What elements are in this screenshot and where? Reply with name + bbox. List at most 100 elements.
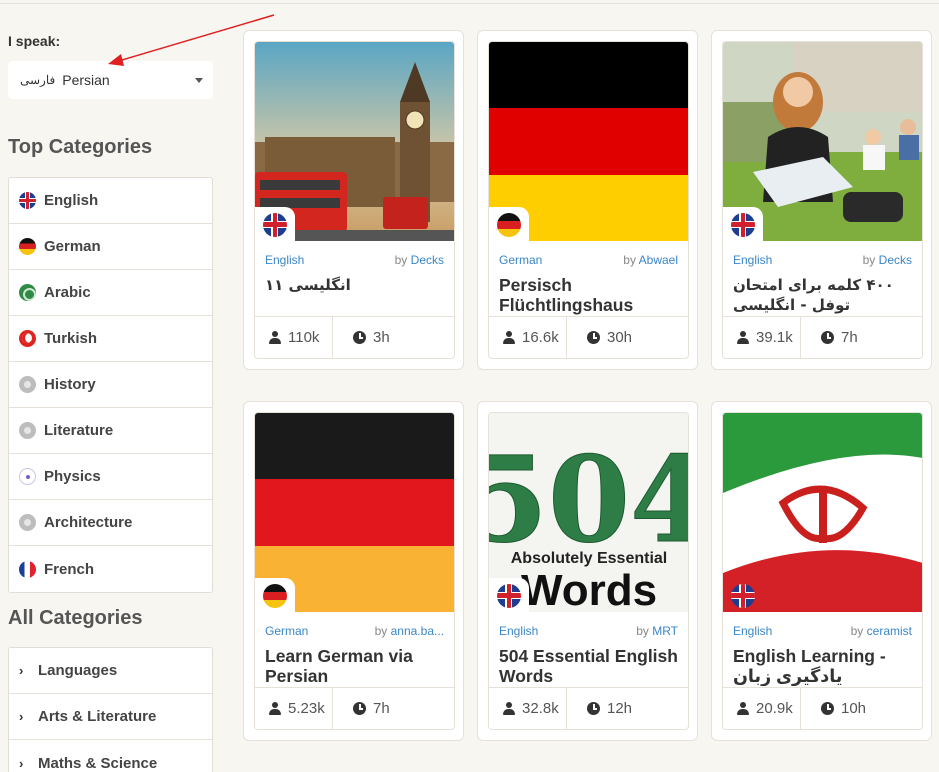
germany-flag-icon [19,238,36,255]
architecture-icon [19,514,36,531]
users-stat: 32.8k [489,688,567,729]
by-label: by [850,624,864,638]
users-stat: 16.6k [489,317,567,358]
category-label: Languages [38,662,118,679]
category-english[interactable]: English [9,178,212,224]
category-label: Physics [44,468,101,485]
flag-badge [723,578,763,613]
atom-icon [19,468,36,485]
chevron-right-icon: › [19,709,24,724]
time-stat: 30h [567,317,632,358]
language-script-label: فارسی [20,73,56,87]
by-label: by [623,253,636,267]
author-link[interactable]: ceramist [867,624,912,638]
author-link[interactable]: anna.ba... [391,624,444,638]
deck-author: by Decks [863,253,912,267]
category-maths-science[interactable]: › Maths & Science [9,740,212,772]
language-select[interactable]: فارسی Persian [8,61,213,99]
deck-author: by MRT [636,624,678,638]
deck-language-link[interactable]: English [733,253,772,267]
category-history[interactable]: History [9,362,212,408]
deck-card[interactable]: English by ceramist English Learning - ی… [711,401,932,741]
category-architecture[interactable]: Architecture [9,500,212,546]
users-count: 16.6k [522,329,559,346]
category-physics[interactable]: Physics [9,454,212,500]
france-flag-icon [19,560,36,578]
deck-card[interactable]: 504 Absolutely Essential Words English b… [477,401,698,741]
deck-card[interactable]: English by Decks ۴۰۰ کلمه برای امتحان تو… [711,30,932,370]
author-link[interactable]: MRT [652,624,678,638]
author-link[interactable]: Abwael [639,253,678,267]
deck-title[interactable]: English Learning - یادگیری زبان انگلیسی [733,646,914,686]
user-icon [737,702,749,715]
deck-language-link[interactable]: English [499,624,538,638]
users-stat: 110k [255,317,333,358]
users-count: 39.1k [756,329,793,346]
deck-title[interactable]: انگلیسی ۱۱ [265,275,446,315]
deck-language-link[interactable]: German [499,253,542,267]
category-label: English [44,192,99,209]
deck-author: by Decks [395,253,444,267]
category-label: History [44,376,96,393]
flag-badge [255,578,295,613]
deck-card-inner: English by Decks انگلیسی ۱۱ 110k 3h [254,41,455,359]
by-label: by [636,624,649,638]
category-german[interactable]: German [9,224,212,270]
deck-card-inner: German by anna.ba... Learn German via Pe… [254,412,455,730]
user-icon [269,702,281,715]
deck-title[interactable]: ۴۰۰ کلمه برای امتحان توفل - انگلیسی [733,275,914,315]
deck-author: by Abwael [623,253,678,267]
deck-meta: German by anna.ba... [265,624,444,638]
category-arts-literature[interactable]: › Arts & Literature [9,694,212,740]
time-value: 30h [607,329,633,346]
clock-icon [821,702,834,715]
category-turkish[interactable]: Turkish [9,316,212,362]
deck-stats: 110k 3h [255,316,454,358]
author-link[interactable]: Decks [411,253,444,267]
flag-badge [255,207,295,242]
deck-author: by ceramist [851,624,912,638]
deck-language-link[interactable]: German [265,624,308,638]
category-literature[interactable]: Literature [9,408,212,454]
time-stat: 3h [333,317,390,358]
deck-card[interactable]: English by Decks انگلیسی ۱۱ 110k 3h [243,30,464,370]
language-select-value: Persian [62,72,110,88]
literature-icon [19,422,36,439]
deck-stats: 16.6k 30h [489,316,688,358]
user-icon [503,331,515,344]
clock-icon [587,331,600,344]
author-link[interactable]: Decks [879,253,912,267]
deck-card[interactable]: German by Abwael Persisch Flüchtlingshau… [477,30,698,370]
flag-badge [489,207,529,242]
deck-stats: 39.1k 7h [723,316,922,358]
deck-meta: English by Decks [265,253,444,267]
uk-flag-icon [19,192,36,209]
deck-title[interactable]: Learn German via Persian [265,646,446,686]
history-icon [19,376,36,393]
arabic-flag-icon [19,284,36,301]
deck-title[interactable]: 504 Essential English Words [499,646,680,686]
flag-badge [489,578,529,613]
by-label: by [862,253,876,267]
chevron-right-icon: › [19,663,24,678]
by-label: by [394,253,408,267]
category-languages[interactable]: › Languages [9,648,212,694]
deck-language-link[interactable]: English [733,624,772,638]
time-value: 10h [841,700,867,717]
deck-card-inner: German by Abwael Persisch Flüchtlingshau… [488,41,689,359]
category-label: Architecture [44,514,133,531]
users-count: 110k [288,329,320,346]
user-icon [737,331,749,344]
deck-meta: German by Abwael [499,253,678,267]
deck-meta: English by ceramist [733,624,912,638]
deck-card[interactable]: German by anna.ba... Learn German via Pe… [243,401,464,741]
users-count: 20.9k [756,700,793,717]
deck-language-link[interactable]: English [265,253,304,267]
deck-stats: 20.9k 10h [723,687,922,729]
deck-title[interactable]: Persisch Flüchtlingshaus [499,275,680,315]
clock-icon [587,702,600,715]
category-arabic[interactable]: Arabic [9,270,212,316]
i-speak-label: I speak: [8,33,61,49]
chevron-right-icon: › [19,755,24,771]
category-french[interactable]: French [9,546,212,592]
